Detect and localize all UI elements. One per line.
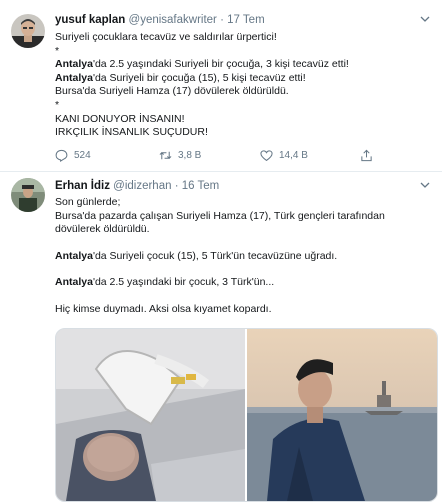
like-button[interactable]: 14,4 B — [260, 148, 308, 162]
retweet-button[interactable]: 3,8 B — [159, 148, 201, 162]
separator: · — [220, 14, 224, 26]
text-run: Bursa'da Suriyeli Hamza (17) dövülerek ö… — [55, 85, 289, 98]
text-line: * — [55, 45, 428, 59]
tweet-media[interactable] — [55, 328, 438, 502]
retweet-icon — [159, 151, 172, 159]
text-run: Suriyeli çocuklara tecavüz ve saldırılar… — [55, 31, 277, 43]
text-line: Bursa'da pazarda çalışan Suriyeli Hamza … — [55, 210, 428, 224]
share-icon — [361, 149, 372, 161]
text-line: dövülerek öldürüldü. — [55, 223, 428, 237]
text-run: Son günlerde; — [55, 196, 121, 208]
author-handle[interactable]: @yenisafakwriter — [129, 14, 217, 26]
text-run: 'da 2.5 yaşındaki bir çocuk, 3 Türk'ün..… — [92, 276, 275, 289]
text-line: Hiç kimse duymadı. Aksi olsa kıyamet kop… — [55, 303, 428, 317]
text-run: 'da Suriyeli çocuk (15), 5 Türk'ün tecav… — [92, 249, 338, 262]
text-run: 'da 2.5 yaşındaki Suriyeli bir çocuğa, 3… — [92, 58, 349, 71]
text-run: KANI DONUYOR İNSANIN! — [55, 112, 185, 125]
text-line: KANI DONUYOR İNSANIN! — [55, 113, 428, 127]
timestamp[interactable]: 17 Tem — [227, 14, 265, 26]
text-run: * — [55, 98, 60, 111]
text-line: * — [55, 99, 428, 113]
tweet-text: Son günlerde; Bursa'da pazarda çalışan Su… — [55, 196, 428, 317]
text-run: dövülerek öldürüldü. — [55, 223, 150, 236]
text-gap — [55, 237, 428, 250]
tweet-text: Suriyeli çocuklara tecavüz ve saldırılar… — [55, 31, 428, 140]
hashtag-bold[interactable]: Antalya — [55, 58, 93, 70]
share-button[interactable] — [360, 148, 373, 162]
author-handle[interactable]: @idizerhan — [113, 180, 171, 192]
chevron-down-icon[interactable] — [420, 180, 430, 190]
tweet-1[interactable]: yusuf kaplan @yenisafakwriter · 17 Tem S… — [0, 0, 442, 172]
avatar[interactable] — [11, 14, 45, 48]
text-run: Hiç kimse duymadı. Aksi olsa kıyamet kop… — [55, 302, 272, 315]
text-line: Bursa'da Suriyeli Hamza (17) dövülerek ö… — [55, 85, 428, 99]
media-photo-portrait[interactable] — [247, 329, 437, 501]
tweet-header: Erhan İdiz @idizerhan · 16 Tem — [55, 180, 219, 192]
text-run: IRKÇILIK İNSANLIK SUÇUDUR! — [55, 126, 208, 139]
text-line: Antalya'da Suriyeli bir çocuğa (15), 5 k… — [55, 72, 428, 86]
text-line: Antalya'da 2.5 yaşındaki Suriyeli bir ço… — [55, 58, 428, 72]
author-name[interactable]: yusuf kaplan — [55, 14, 125, 26]
author-name[interactable]: Erhan İdiz — [55, 180, 110, 192]
avatar[interactable] — [11, 178, 45, 212]
tweet-header: yusuf kaplan @yenisafakwriter · 17 Tem — [55, 14, 265, 26]
reply-icon — [55, 149, 68, 162]
like-count: 14,4 B — [279, 149, 308, 161]
text-line: Son günlerde; — [55, 196, 428, 210]
text-gap — [55, 263, 428, 276]
retweet-count: 3,8 B — [178, 149, 202, 161]
chevron-down-icon[interactable] — [420, 14, 430, 24]
hashtag-bold[interactable]: Antalya — [55, 72, 93, 84]
separator: · — [174, 180, 179, 192]
text-run: 'da Suriyeli bir çocuğa (15), 5 kişi tec… — [92, 71, 306, 84]
reply-button[interactable]: 524 — [55, 148, 91, 162]
media-photo-hospital[interactable] — [56, 329, 245, 501]
text-run: * — [55, 44, 60, 57]
text-line: IRKÇILIK İNSANLIK SUÇUDUR! — [55, 126, 428, 140]
text-line: Suriyeli çocuklara tecavüz ve saldırılar… — [55, 31, 428, 45]
text-run: Bursa'da pazarda çalışan Suriyeli Hamza … — [55, 209, 385, 222]
text-line: Antalya'da Suriyeli çocuk (15), 5 Türk'ü… — [55, 250, 428, 264]
tweet-2[interactable]: Erhan İdiz @idizerhan · 16 Tem Son günle… — [0, 172, 442, 504]
tweet-actions: 524 3,8 B 14,4 B — [55, 148, 385, 162]
hashtag-bold[interactable]: Antalya — [55, 250, 93, 262]
heart-icon — [260, 149, 273, 161]
text-gap — [55, 290, 428, 303]
hashtag-bold[interactable]: Antalya — [55, 276, 93, 288]
text-line: Antalya'da 2.5 yaşındaki bir çocuk, 3 Tü… — [55, 276, 428, 290]
timestamp[interactable]: 16 Tem — [182, 180, 220, 192]
reply-count: 524 — [74, 149, 91, 161]
